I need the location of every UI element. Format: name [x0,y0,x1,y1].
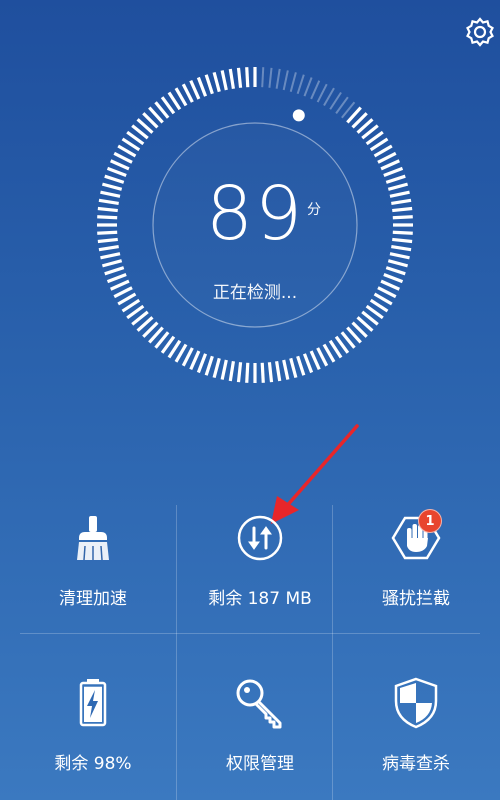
gauge-tick-dim [296,74,305,95]
tile-battery[interactable]: 剩余 98% [10,645,176,800]
gauge-tick-lit [204,355,214,376]
gauge-tick-lit [316,347,329,367]
gauge-tick-lit [389,252,410,260]
gauge-tick-lit [228,361,235,382]
score-gauge: 89 分 正在检测... [95,65,415,385]
tile-label: 剩余 187 MB [208,589,312,609]
gauge-tick-lit [236,67,243,88]
tile-clean-speedup[interactable]: 清理加速 [10,480,176,635]
gauge-tick-dim [316,83,328,103]
gauge-tick-lit [236,362,243,383]
shield-icon [394,677,438,729]
gauge-tick-lit [110,159,130,171]
gauge-tick-dim [329,91,342,110]
gauge-tick-lit [101,259,123,268]
data-transfer-icon [237,515,283,561]
tile-label: 清理加速 [59,589,127,609]
gauge-tick-lit [204,74,214,95]
gauge-tick-lit [228,68,235,89]
gauge-tick-dim [282,70,289,91]
gauge-tick-lit [260,362,265,383]
settings-button[interactable] [462,14,498,50]
key-icon [236,679,282,729]
gauge-tick-lit [309,350,321,370]
gauge-tick-dim [275,68,281,89]
tile-virus-scan[interactable]: 病毒查杀 [333,645,499,800]
gauge-tick-lit [220,359,228,380]
tile-label: 剩余 98% [54,754,132,774]
tile-label: 骚扰拦截 [382,589,450,609]
gauge-tick-lit [275,361,282,382]
gauge-tick-lit [113,151,133,164]
gauge-tick-lit [387,259,409,268]
gauge-tick-lit [302,353,314,374]
gauge-tick-dim [289,72,297,92]
gauge-tick-lit [196,353,208,374]
tile-data-remaining[interactable]: 剩余 187 MB [177,480,343,635]
gauge-tick-lit [296,355,306,376]
tile-permission-manage[interactable]: 权限管理 [177,645,343,800]
score-unit: 分 [307,202,321,218]
gear-icon [466,17,494,47]
gauge-tick-lit [289,357,298,379]
gauge-tick-lit [212,357,221,379]
gauge-tick-lit [267,362,274,383]
gauge-tick-lit [196,76,208,97]
scan-status-text: 正在检测... [212,283,298,303]
notification-badge: 1 [418,509,442,533]
tile-harassment-block[interactable]: 骚扰拦截 [333,480,499,635]
gauge-tick-lit [212,71,221,93]
gauge-tick-lit [189,350,201,370]
gauge-tick-lit [245,67,250,88]
gauge-tick-lit [181,347,194,367]
gauge-tick-lit [100,252,121,260]
gauge-tick-lit [181,83,194,103]
gauge-tick-lit [245,362,250,383]
progress-indicator-dot [292,109,305,122]
gauge-tick-lit [380,159,400,171]
gauge-tick-dim [303,77,313,97]
gauge-tick-lit [377,151,397,164]
gauge-tick-lit [189,80,201,100]
gauge-tick-lit [106,166,127,178]
broom-icon [77,516,109,561]
gauge-tick-lit [385,266,406,276]
gauge-tick-dim [310,80,321,100]
battery-icon [79,679,107,727]
tile-label: 权限管理 [226,754,294,774]
health-score: 89 [205,171,305,257]
gauge-tick-lit [104,266,125,276]
gauge-tick-lit [220,70,228,91]
gauge-tick-dim [261,67,265,88]
gauge-tick-lit [282,359,290,380]
gauge-tick-dim [268,67,273,88]
gauge-tick-dim [323,87,335,106]
tile-label: 病毒查杀 [382,754,450,774]
gauge-tick-lit [383,166,404,178]
